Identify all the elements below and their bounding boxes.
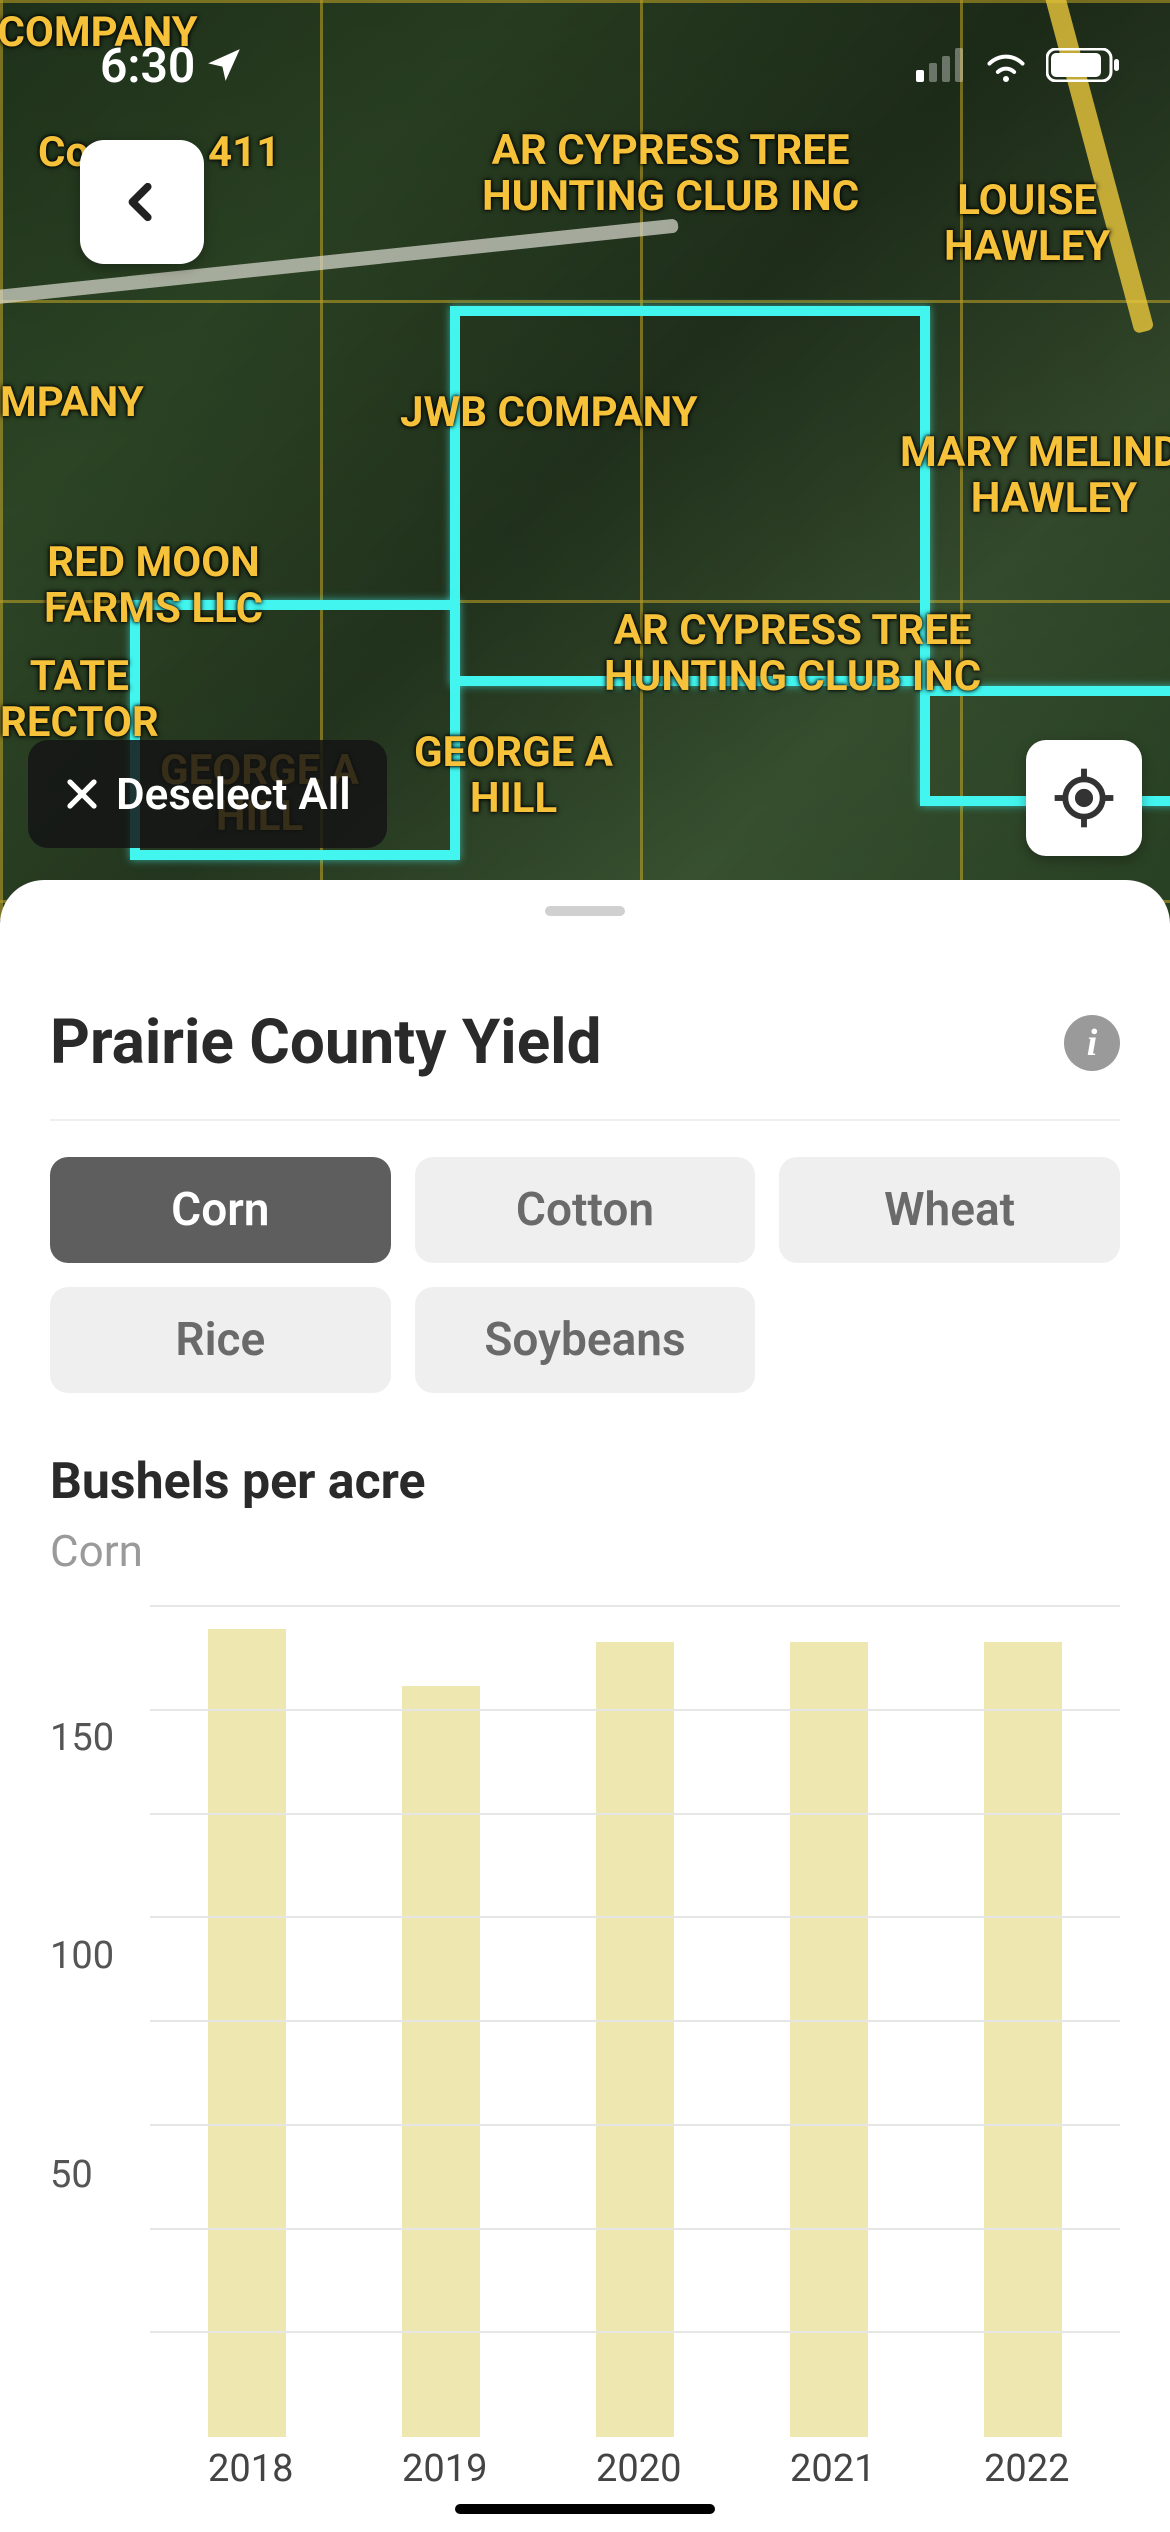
home-indicator[interactable] (455, 2504, 715, 2514)
parcel-label[interactable]: MARY MELINDA HAWLEY (900, 430, 1170, 522)
info-button[interactable]: i (1064, 1015, 1120, 1071)
parcel-label[interactable]: 411 (208, 130, 280, 176)
chart-gridline (150, 1605, 1120, 1607)
parcel-label[interactable]: LOUISE HAWLEY (944, 178, 1110, 270)
yield-chart: 2018 2019 2020 2021 2022 50 100 150 (50, 1607, 1120, 2507)
chart-y-tick: 100 (50, 1934, 140, 1978)
status-bar: 6:30 (0, 0, 1170, 130)
chevron-left-icon (119, 179, 165, 225)
parcel-label[interactable]: AR CYPRESS TREE HUNTING CLUB INC (482, 128, 859, 220)
battery-icon (1046, 48, 1120, 82)
parcel-label[interactable]: RED MOON FARMS LLC (44, 540, 263, 632)
sheet-title: Prairie County Yield (50, 1006, 602, 1079)
status-time: 6:30 (100, 37, 195, 94)
chart-x-label: 2019 (402, 2447, 480, 2507)
chart-gridline (150, 1916, 1120, 1918)
parcel-label[interactable]: GEORGE A HILL (414, 730, 613, 822)
chart-bars (150, 1607, 1120, 2437)
sheet-header: Prairie County Yield i (50, 1006, 1120, 1121)
locate-me-button[interactable] (1026, 740, 1142, 856)
crop-tab-wheat[interactable]: Wheat (779, 1157, 1120, 1263)
chart-bar[interactable] (984, 1642, 1062, 2437)
chart-y-tick: 50 (50, 2153, 140, 2197)
parcel-label[interactable]: AR CYPRESS TREE HUNTING CLUB INC (604, 608, 981, 700)
crop-tab-cotton[interactable]: Cotton (415, 1157, 756, 1263)
parcel-label[interactable]: TATE RECTOR (0, 654, 159, 746)
chart-x-label: 2020 (596, 2447, 674, 2507)
back-button[interactable] (80, 140, 204, 264)
close-icon (64, 776, 100, 812)
chart-gridline (150, 2331, 1120, 2333)
deselect-all-button[interactable]: Deselect All (28, 740, 387, 848)
location-arrow-icon (205, 46, 243, 84)
crop-tab-soybeans[interactable]: Soybeans (415, 1287, 756, 1393)
chart-bar[interactable] (596, 1642, 674, 2437)
metric-title: Bushels per acre (50, 1453, 1120, 1511)
chart-x-axis: 2018 2019 2020 2021 2022 (150, 2447, 1120, 2507)
crop-tab-rice[interactable]: Rice (50, 1287, 391, 1393)
deselect-label: Deselect All (116, 768, 351, 820)
sheet-grabber[interactable] (545, 906, 625, 916)
chart-x-label: 2021 (790, 2447, 868, 2507)
parcel-label[interactable]: JWB COMPANY (400, 390, 698, 436)
crosshair-icon (1052, 766, 1116, 830)
status-right (916, 48, 1120, 82)
cellular-icon (916, 48, 966, 82)
metric-subtitle: Corn (50, 1525, 1120, 1577)
chart-bar[interactable] (402, 1686, 480, 2437)
parcel-label[interactable]: MPANY (0, 380, 144, 426)
crop-tab-corn[interactable]: Corn (50, 1157, 391, 1263)
chart-gridline (150, 2228, 1120, 2230)
chart-y-tick: 150 (50, 1716, 140, 1760)
chart-bar[interactable] (208, 1629, 286, 2437)
chart-gridline (150, 2124, 1120, 2126)
chart-gridline (150, 1813, 1120, 1815)
chart-gridline (150, 2020, 1120, 2022)
chart-x-label: 2018 (208, 2447, 286, 2507)
chart-plot-area (150, 1607, 1120, 2437)
wifi-icon (982, 48, 1030, 82)
yield-sheet[interactable]: Prairie County Yield i CornCottonWheatRi… (0, 880, 1170, 2532)
status-left: 6:30 (100, 37, 243, 94)
crop-tabs: CornCottonWheat RiceSoybeans (50, 1157, 1120, 1393)
chart-x-label: 2022 (984, 2447, 1062, 2507)
chart-bar[interactable] (790, 1642, 868, 2437)
chart-gridline (150, 1709, 1120, 1711)
